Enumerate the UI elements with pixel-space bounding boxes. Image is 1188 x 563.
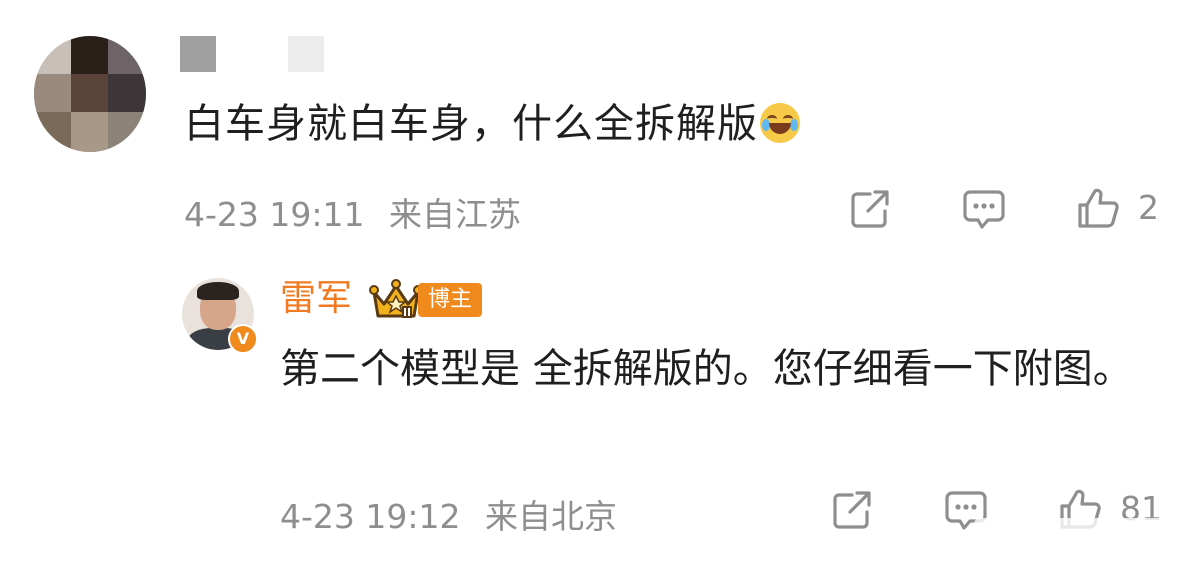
comment-time: 4-23 19:11 [184,195,365,234]
share-icon[interactable] [830,488,874,532]
like-icon[interactable] [1076,186,1120,230]
watermark [974,518,1184,558]
like-count: 2 [1138,188,1159,227]
redacted-block [288,36,324,72]
replier-username[interactable]: 雷军 [280,276,352,322]
reply-meta: 4-23 19:12 来自北京 [280,490,631,538]
comment-icon[interactable] [962,187,1006,231]
commenter-avatar[interactable] [34,36,146,152]
redacted-block [180,36,216,72]
reply-location: 来自北京 [485,497,617,536]
reply-text: 第二个模型是 全拆解版的。您仔细看一下附图。 [280,346,1133,392]
verified-badge-icon: V [228,324,258,354]
comment-meta: 4-23 19:11 来自江苏 [184,188,535,236]
crown-icon [369,279,423,318]
laughing-crying-emoji-icon [760,103,800,143]
author-badge: 博主 [418,283,483,317]
share-icon[interactable] [848,187,892,231]
reply-time: 4-23 19:12 [280,497,461,536]
comment-location: 来自江苏 [389,195,521,234]
comment-text: 白车身就白车身，什么全拆解版 [184,96,800,152]
commenter-name-redacted[interactable] [180,36,324,72]
